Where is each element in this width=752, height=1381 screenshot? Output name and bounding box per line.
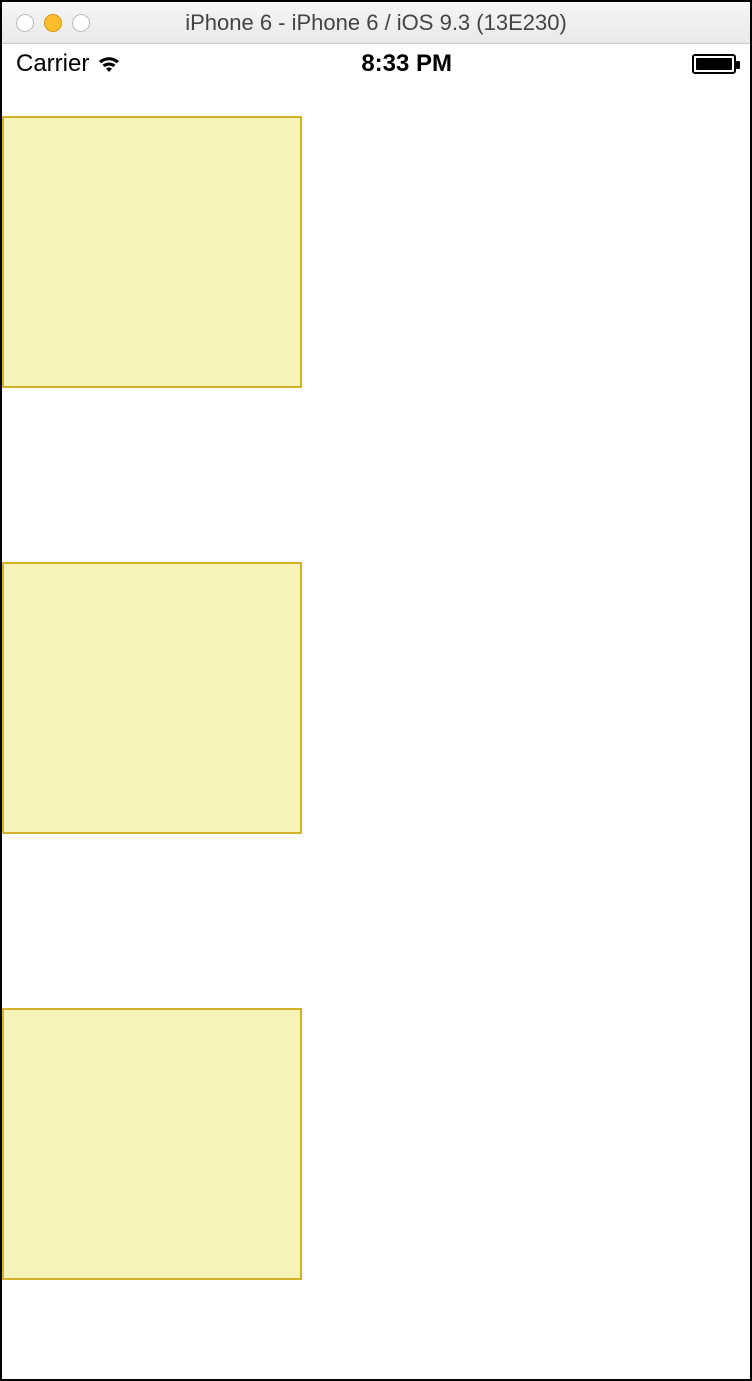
ios-status-bar: Carrier 8:33 PM — [2, 44, 750, 84]
status-bar-right — [692, 54, 736, 74]
wifi-icon — [97, 55, 121, 73]
status-bar-time: 8:33 PM — [361, 50, 452, 78]
carrier-label: Carrier — [16, 50, 89, 78]
status-bar-left: Carrier — [16, 50, 121, 78]
yellow-view-2[interactable] — [2, 562, 302, 834]
mac-titlebar[interactable]: iPhone 6 - iPhone 6 / iOS 9.3 (13E230) — [2, 2, 750, 44]
close-window-button[interactable] — [16, 14, 34, 32]
yellow-view-3[interactable] — [2, 1008, 302, 1280]
battery-fill — [696, 58, 732, 70]
ios-content-area[interactable] — [2, 84, 750, 1379]
minimize-window-button[interactable] — [44, 14, 62, 32]
battery-icon — [692, 54, 736, 74]
simulator-window: iPhone 6 - iPhone 6 / iOS 9.3 (13E230) C… — [0, 0, 752, 1381]
traffic-lights — [16, 14, 90, 32]
window-title: iPhone 6 - iPhone 6 / iOS 9.3 (13E230) — [2, 10, 750, 36]
zoom-window-button[interactable] — [72, 14, 90, 32]
yellow-view-1[interactable] — [2, 116, 302, 388]
